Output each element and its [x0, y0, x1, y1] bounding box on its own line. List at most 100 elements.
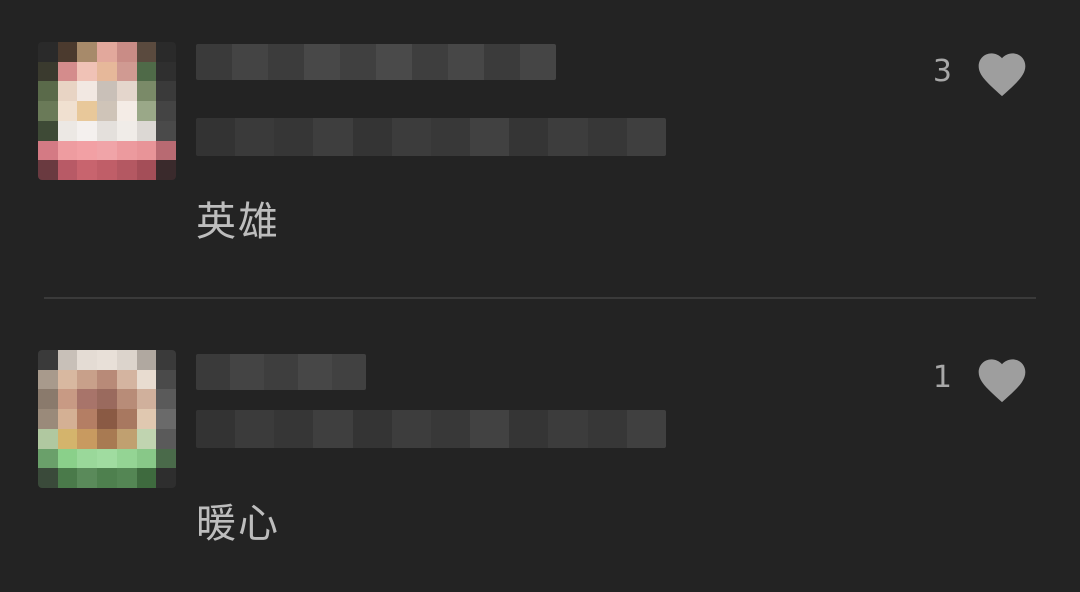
comment-text: 暖心: [196, 501, 280, 547]
mosaic-pixel: [332, 354, 366, 390]
avatar-pixel: [97, 468, 117, 488]
comment-meta-pixelated: [196, 410, 666, 448]
avatar-pixel: [97, 428, 117, 449]
avatar-pixel: [136, 140, 157, 161]
avatar-pixel: [57, 81, 78, 102]
heart-icon[interactable]: [974, 352, 1030, 404]
avatar-pixel: [156, 120, 176, 141]
avatar-pixel: [57, 160, 78, 180]
avatar-pixel: [57, 409, 78, 429]
mosaic-pixel: [470, 410, 510, 448]
avatar-pixel: [116, 428, 137, 449]
avatar-pixel: [116, 389, 137, 410]
mosaic-pixel: [235, 118, 275, 156]
avatar-pixel: [77, 140, 98, 161]
mosaic-pixel: [304, 44, 340, 80]
mosaic-pixel: [520, 44, 556, 80]
avatar-pixel: [57, 140, 78, 161]
avatar-pixel: [116, 120, 137, 141]
mosaic-pixel: [313, 118, 353, 156]
avatar-pixel: [136, 448, 157, 469]
mosaic-pixel: [352, 118, 392, 156]
mosaic-pixel: [391, 410, 431, 448]
avatar-pixel: [77, 101, 98, 121]
avatar-pixel: [116, 61, 137, 82]
avatar-pixel: [156, 350, 176, 370]
mosaic-pixel: [352, 410, 392, 448]
avatar-pixel: [77, 389, 98, 410]
mosaic-pixel: [412, 44, 448, 80]
mosaic-pixel: [264, 354, 298, 390]
avatar-pixel: [38, 81, 58, 102]
avatar-pixel: [38, 101, 58, 121]
avatar-pixel: [97, 81, 117, 102]
mosaic-pixel: [548, 118, 588, 156]
avatar-pixel: [156, 61, 176, 82]
avatar-pixel: [38, 409, 58, 429]
avatar-pixel: [156, 409, 176, 429]
mosaic-pixel: [626, 118, 666, 156]
avatar-pixel: [38, 389, 58, 410]
avatar-pixel: [136, 409, 157, 429]
avatar-pixel: [156, 448, 176, 469]
mosaic-pixel: [587, 118, 627, 156]
avatar-pixel: [156, 101, 176, 121]
like-button[interactable]: 3: [933, 44, 1030, 100]
avatar-pixel: [97, 350, 117, 370]
mosaic-pixel: [196, 410, 236, 448]
comment-item: 暖心 1: [0, 298, 1080, 592]
mosaic-pixel: [196, 118, 236, 156]
avatar-pixel: [77, 120, 98, 141]
mosaic-pixel: [232, 44, 268, 80]
comment-text: 英雄: [196, 199, 280, 245]
mosaic-pixel: [235, 410, 275, 448]
mosaic-pixel: [430, 118, 471, 156]
mosaic-pixel: [448, 44, 484, 80]
avatar-pixel: [97, 160, 117, 180]
avatar-pixel: [136, 42, 157, 62]
mosaic-pixel: [196, 354, 230, 390]
avatar-pixel: [97, 42, 117, 62]
avatar-pixel: [156, 42, 176, 62]
mosaic-pixel: [230, 354, 264, 390]
avatar-pixel: [57, 428, 78, 449]
mosaic-pixel: [509, 118, 549, 156]
avatar-pixel: [38, 42, 58, 62]
avatar-pixel: [57, 389, 78, 410]
like-button[interactable]: 1: [933, 350, 1030, 406]
avatar-pixel: [156, 160, 176, 180]
avatar-pixel: [97, 140, 117, 161]
avatar-pixel: [116, 140, 137, 161]
avatar-pixel: [77, 369, 98, 390]
username-pixelated[interactable]: [196, 44, 556, 80]
mosaic-pixel: [626, 410, 666, 448]
avatar-pixel: [38, 369, 58, 390]
avatar-pixel: [136, 101, 157, 121]
mosaic-pixel: [298, 354, 332, 390]
avatar-pixel: [57, 101, 78, 121]
avatar-pixel: [97, 448, 117, 469]
mosaic-pixel: [340, 44, 376, 80]
avatar-pixel: [57, 120, 78, 141]
avatar-pixel: [38, 428, 58, 449]
avatar-pixel: [97, 409, 117, 429]
heart-icon[interactable]: [974, 46, 1030, 98]
avatar-pixel: [57, 61, 78, 82]
avatar[interactable]: [38, 350, 176, 488]
avatar-pixel: [136, 120, 157, 141]
mosaic-pixel: [548, 410, 588, 448]
avatar-pixel: [77, 160, 98, 180]
username-pixelated[interactable]: [196, 354, 366, 390]
mosaic-pixel: [268, 44, 304, 80]
avatar-pixel: [116, 101, 137, 121]
avatar-pixel: [38, 448, 58, 469]
avatar[interactable]: [38, 42, 176, 180]
avatar-pixel: [116, 160, 137, 180]
avatar-pixel: [116, 350, 137, 370]
avatar-pixel: [116, 409, 137, 429]
mosaic-pixel: [274, 410, 314, 448]
avatar-pixel: [38, 61, 58, 82]
avatar-pixel: [136, 61, 157, 82]
avatar-pixel: [77, 428, 98, 449]
avatar-pixel: [116, 369, 137, 390]
